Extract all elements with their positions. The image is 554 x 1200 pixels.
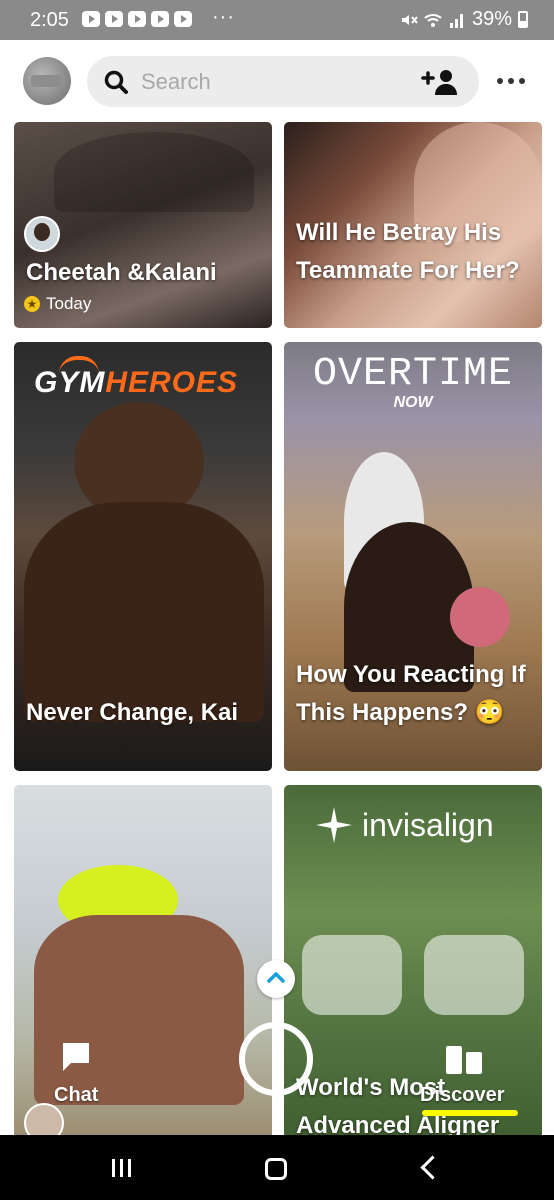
- discover-icon[interactable]: [444, 1042, 486, 1076]
- story-tile[interactable]: Cheetah &Kalani ★ Today: [14, 122, 272, 328]
- add-friend-icon[interactable]: [421, 68, 459, 96]
- battery-percent: 39%: [471, 8, 512, 30]
- tile-image: [54, 132, 254, 212]
- recent-apps-icon[interactable]: [112, 1159, 131, 1177]
- discover-tab-label[interactable]: Discover: [420, 1084, 505, 1107]
- back-icon[interactable]: [420, 1155, 445, 1180]
- basketball-image: [450, 587, 510, 647]
- signal-icon: [449, 13, 463, 28]
- scroll-up-button[interactable]: [257, 960, 295, 998]
- chevron-up-icon: [267, 972, 285, 983]
- search-input[interactable]: [141, 56, 391, 107]
- tile-title: Will He Betray His Teammate For Her?: [296, 219, 520, 284]
- story-tile[interactable]: OVERTIME NOW How You Reacting If This Ha…: [284, 342, 542, 771]
- notification-icons: [82, 11, 192, 27]
- youtube-notification-icon: [174, 11, 192, 27]
- creator-meta: ★ Today: [24, 294, 91, 314]
- home-icon[interactable]: [265, 1158, 287, 1180]
- more-notifications-indicator: ···: [212, 6, 235, 28]
- status-right: 39%: [400, 8, 528, 31]
- overtime-now-label: NOW: [393, 394, 433, 411]
- invisalign-star-icon: [316, 807, 352, 843]
- story-tile[interactable]: Will He Betray His Teammate For Her?: [284, 122, 542, 328]
- mute-icon: [401, 14, 418, 25]
- youtube-notification-icon: [151, 11, 169, 27]
- tile-title: Cheetah &Kalani: [26, 259, 217, 286]
- active-tab-indicator: [422, 1110, 518, 1116]
- battery-icon: [518, 11, 528, 28]
- chat-tab-label[interactable]: Chat: [54, 1084, 98, 1107]
- more-options-icon[interactable]: [497, 78, 525, 84]
- status-time: 2:05: [30, 9, 69, 31]
- tile-title: Never Change, Kai: [26, 699, 239, 726]
- search-bar[interactable]: [87, 56, 479, 107]
- tile-title: How You Reacting If This Happens? 😳: [296, 661, 526, 726]
- youtube-notification-icon: [105, 11, 123, 27]
- bottom-navigation: Chat Discover: [0, 960, 554, 1143]
- system-navigation-bar: [0, 1135, 554, 1200]
- search-icon: [104, 70, 128, 94]
- creator-avatar: [24, 216, 60, 252]
- post-time: Today: [46, 294, 92, 313]
- story-tile[interactable]: GYMHEROES Never Change, Kai: [14, 342, 272, 771]
- profile-avatar[interactable]: [23, 57, 71, 105]
- tile-image: [24, 502, 264, 722]
- star-badge-icon: ★: [24, 296, 40, 312]
- overtime-logo: OVERTIME: [312, 352, 514, 397]
- gym-heroes-logo: GYMHEROES: [34, 356, 238, 400]
- app-header: [0, 40, 554, 122]
- youtube-notification-icon: [128, 11, 146, 27]
- chat-icon[interactable]: [60, 1040, 92, 1074]
- wifi-icon: [424, 13, 442, 27]
- youtube-notification-icon: [82, 11, 100, 27]
- status-bar: 2:05 ··· 39%: [0, 0, 554, 40]
- camera-capture-button[interactable]: [239, 1022, 313, 1096]
- invisalign-logo: invisalign: [314, 805, 494, 845]
